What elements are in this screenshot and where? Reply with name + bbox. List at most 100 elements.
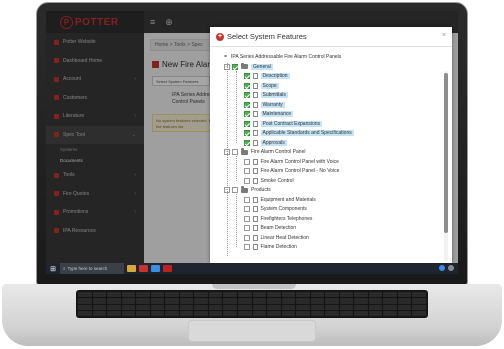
- tree-group[interactable]: − General: [224, 62, 273, 72]
- tree-item[interactable]: Fire Alarm Control Panel with Voice: [244, 157, 339, 167]
- tree-item[interactable]: Approvals: [244, 138, 287, 148]
- keyboard-key: [121, 298, 136, 304]
- tree-group-label[interactable]: Products: [251, 187, 271, 193]
- keyboard-key: [107, 310, 121, 316]
- item-checkbox[interactable]: [244, 111, 250, 118]
- tree-item[interactable]: Applicable Standards and Specifications: [244, 129, 354, 139]
- keyboard-key: [179, 298, 194, 304]
- keyboard-key: [368, 292, 383, 298]
- close-icon[interactable]: ×: [442, 32, 446, 39]
- keyboard-key: [281, 310, 296, 316]
- item-checkbox[interactable]: [244, 158, 250, 165]
- tree-item[interactable]: Fire Alarm Control Panel - No Voice: [244, 167, 339, 177]
- keyboard-key: [165, 310, 179, 316]
- item-checkbox[interactable]: [244, 82, 250, 89]
- item-checkbox[interactable]: [244, 92, 250, 99]
- tree-group-label[interactable]: Fire Alarm Control Panel: [251, 149, 305, 155]
- keyboard-key: [208, 292, 223, 298]
- document-icon: [253, 101, 258, 108]
- tree-item[interactable]: Smoke Control: [244, 176, 294, 186]
- item-checkbox[interactable]: [244, 196, 250, 203]
- tree-item-label[interactable]: Beam Detection: [261, 225, 297, 231]
- tree-item-label[interactable]: Warranty: [260, 101, 285, 108]
- select-features-modal: + Select System Features × ⚭ IPA Series …: [210, 27, 452, 263]
- app-icon[interactable]: [139, 265, 148, 272]
- tree-item-label[interactable]: Smoke Control: [261, 178, 294, 184]
- tree-item[interactable]: Scope: [244, 81, 279, 91]
- tree-item[interactable]: Warranty: [244, 100, 285, 110]
- item-checkbox[interactable]: [244, 130, 250, 137]
- item-checkbox[interactable]: [244, 73, 250, 80]
- laptop-notch: [212, 284, 296, 289]
- group-checkbox[interactable]: [232, 63, 238, 70]
- item-checkbox[interactable]: [244, 139, 250, 146]
- scrollbar-thumb[interactable]: [444, 73, 448, 233]
- item-checkbox[interactable]: [244, 234, 250, 241]
- tree-item-label[interactable]: Firefighters Telephones: [261, 216, 313, 222]
- keyboard-key: [412, 298, 426, 304]
- item-checkbox[interactable]: [244, 225, 250, 232]
- keyboard-key: [121, 304, 136, 310]
- document-icon: [253, 206, 258, 213]
- taskbar-search[interactable]: ⌕ Type here to search: [60, 263, 124, 274]
- keyboard-key: [165, 298, 179, 304]
- tree-group-label[interactable]: General: [251, 63, 273, 70]
- tree-item[interactable]: Flame Detection: [244, 243, 297, 253]
- tree-item-label[interactable]: Flame Detection: [261, 244, 297, 250]
- tree-item[interactable]: Maintenance: [244, 110, 294, 120]
- tree-item-label[interactable]: Applicable Standards and Specifications: [260, 130, 354, 137]
- tree-item-label[interactable]: Maintenance: [260, 111, 294, 118]
- keyboard-key: [296, 292, 310, 298]
- group-checkbox[interactable]: [232, 187, 238, 194]
- windows-start-icon[interactable]: ⊞: [46, 263, 60, 274]
- tree-item[interactable]: Beam Detection: [244, 224, 296, 234]
- tree-item[interactable]: Linear Heat Detection: [244, 233, 309, 243]
- clock-icon[interactable]: [448, 265, 454, 271]
- keyboard-key: [237, 298, 252, 304]
- tree-item-label[interactable]: Description: [260, 73, 290, 80]
- keyboard-key: [339, 298, 354, 304]
- document-icon: [253, 215, 258, 222]
- keyboard-key: [325, 292, 339, 298]
- tree-item-label[interactable]: Fire Alarm Control Panel - No Voice: [261, 168, 340, 174]
- tree-item-label[interactable]: Equipment and Materials: [261, 197, 316, 203]
- windows-taskbar: ⊞ ⌕ Type here to search: [46, 263, 458, 274]
- keyboard-key: [354, 304, 368, 310]
- keyboard-key: [150, 298, 165, 304]
- tree-item[interactable]: Description: [244, 72, 290, 82]
- tree-item-label[interactable]: Fire Alarm Control Panel with Voice: [261, 159, 339, 165]
- tree-item[interactable]: Firefighters Telephones: [244, 214, 312, 224]
- app-icon-2[interactable]: [163, 265, 172, 272]
- document-icon: [253, 73, 258, 80]
- chrome-icon[interactable]: [151, 265, 160, 272]
- tree-item[interactable]: System Components: [244, 205, 307, 215]
- tree-item-label[interactable]: Approvals: [260, 139, 287, 146]
- tree-item-label[interactable]: Linear Heat Detection: [261, 235, 309, 241]
- document-icon: [253, 234, 258, 241]
- keyboard-key: [107, 298, 121, 304]
- tree-root: ⚭ IPA Series Addressable Fire Alarm Cont…: [223, 53, 341, 61]
- tree-item-label[interactable]: System Components: [261, 206, 307, 212]
- document-icon: [253, 130, 258, 137]
- item-checkbox[interactable]: [244, 215, 250, 222]
- keyboard-key: [267, 310, 281, 316]
- tree-item-label[interactable]: Submittals: [260, 92, 288, 99]
- file-explorer-icon[interactable]: [127, 265, 136, 272]
- tree-item[interactable]: Submittals: [244, 91, 288, 101]
- scrollbar[interactable]: [444, 71, 448, 261]
- item-checkbox[interactable]: [244, 206, 250, 213]
- item-checkbox[interactable]: [244, 177, 250, 184]
- keyboard-key: [78, 310, 92, 316]
- item-checkbox[interactable]: [244, 101, 250, 108]
- item-checkbox[interactable]: [244, 168, 250, 175]
- tree-item-label[interactable]: Post Contract Expansions: [260, 120, 323, 127]
- tree-item[interactable]: Post Contract Expansions: [244, 119, 323, 129]
- tree-group[interactable]: − Products: [224, 186, 271, 196]
- group-checkbox[interactable]: [232, 149, 238, 156]
- tree-item[interactable]: Equipment and Materials: [244, 195, 316, 205]
- tree-item-label[interactable]: Scope: [260, 82, 279, 89]
- keyboard-key: [92, 304, 107, 310]
- item-checkbox[interactable]: [244, 120, 250, 127]
- item-checkbox[interactable]: [244, 244, 250, 251]
- network-icon[interactable]: [439, 265, 445, 271]
